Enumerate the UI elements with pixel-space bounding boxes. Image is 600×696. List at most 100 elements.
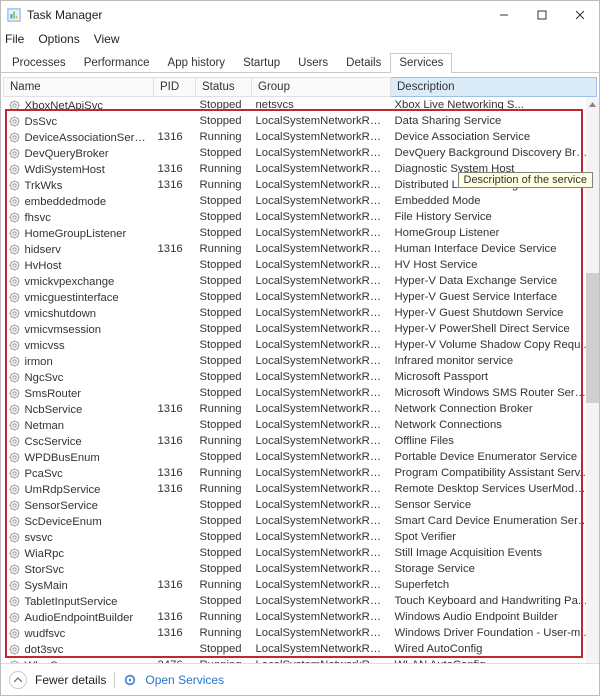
service-row[interactable]: NcbService1316RunningLocalSystemNetworkR… — [4, 401, 597, 417]
service-status: Running — [196, 465, 252, 481]
service-row[interactable]: NetmanStoppedLocalSystemNetworkRestricte… — [4, 417, 597, 433]
service-group: LocalSystemNetworkRestricted — [252, 401, 391, 417]
service-group: LocalSystemNetworkRestricted — [252, 433, 391, 449]
service-pid — [154, 385, 196, 401]
service-group: LocalSystemNetworkRestricted — [252, 337, 391, 353]
service-pid — [154, 225, 196, 241]
service-row[interactable]: AudioEndpointBuilder1316RunningLocalSyst… — [4, 609, 597, 625]
service-group: LocalSystemNetworkRestricted — [252, 481, 391, 497]
service-row[interactable]: HvHostStoppedLocalSystemNetworkRestricte… — [4, 257, 597, 273]
service-row[interactable]: vmicguestinterfaceStoppedLocalSystemNetw… — [4, 289, 597, 305]
column-pid[interactable]: PID — [154, 78, 196, 97]
service-row[interactable]: HomeGroupListenerStoppedLocalSystemNetwo… — [4, 225, 597, 241]
service-description: Device Association Service — [391, 129, 597, 145]
service-row[interactable]: irmonStoppedLocalSystemNetworkRestricted… — [4, 353, 597, 369]
service-pid — [154, 449, 196, 465]
service-pid — [154, 321, 196, 337]
service-row[interactable]: UmRdpService1316RunningLocalSystemNetwor… — [4, 481, 597, 497]
service-name: PcaSvc — [4, 465, 154, 481]
scroll-up-icon[interactable] — [586, 97, 599, 111]
tab-processes[interactable]: Processes — [3, 53, 75, 73]
service-status: Stopped — [196, 97, 252, 114]
service-row[interactable]: DsSvcStoppedLocalSystemNetworkRestricted… — [4, 113, 597, 129]
service-description: Program Compatibility Assistant Serv... — [391, 465, 597, 481]
service-row[interactable]: WlanSvc2476RunningLocalSystemNetworkRest… — [4, 657, 597, 663]
app-icon — [7, 8, 21, 22]
service-group: LocalSystemNetworkRestricted — [252, 369, 391, 385]
menu-options[interactable]: Options — [38, 32, 79, 46]
service-pid — [154, 545, 196, 561]
service-description: Hyper-V Volume Shadow Copy Requ... — [391, 337, 597, 353]
service-name: fhsvc — [4, 209, 154, 225]
service-row[interactable]: SmsRouterStoppedLocalSystemNetworkRestri… — [4, 385, 597, 401]
service-pid — [154, 497, 196, 513]
service-description: Hyper-V Guest Shutdown Service — [391, 305, 597, 321]
service-name: SmsRouter — [4, 385, 154, 401]
maximize-button[interactable] — [523, 1, 561, 29]
service-row[interactable]: embeddedmodeStoppedLocalSystemNetworkRes… — [4, 193, 597, 209]
service-pid — [154, 369, 196, 385]
service-status: Stopped — [196, 385, 252, 401]
service-row[interactable]: vmicvssStoppedLocalSystemNetworkRestrict… — [4, 337, 597, 353]
service-row[interactable]: hidserv1316RunningLocalSystemNetworkRest… — [4, 241, 597, 257]
service-row[interactable]: TabletInputServiceStoppedLocalSystemNetw… — [4, 593, 597, 609]
tab-users[interactable]: Users — [289, 53, 337, 73]
column-tooltip: Description of the service — [458, 172, 594, 188]
open-services-link[interactable]: Open Services — [145, 673, 224, 687]
service-row[interactable]: WiaRpcStoppedLocalSystemNetworkRestricte… — [4, 545, 597, 561]
service-row[interactable]: XboxNetApiSvcStoppednetsvcsXbox Live Net… — [4, 97, 597, 114]
service-description: Hyper-V PowerShell Direct Service — [391, 321, 597, 337]
service-name: StorSvc — [4, 561, 154, 577]
column-description[interactable]: Description — [391, 78, 597, 97]
column-name[interactable]: Name — [4, 78, 154, 97]
column-status[interactable]: Status — [196, 78, 252, 97]
fewer-details-link[interactable]: Fewer details — [35, 673, 106, 687]
tab-performance[interactable]: Performance — [75, 53, 159, 73]
service-row[interactable]: StorSvcStoppedLocalSystemNetworkRestrict… — [4, 561, 597, 577]
menu-file[interactable]: File — [5, 32, 24, 46]
services-table: Name PID Status Group Description XboxNe… — [3, 77, 597, 663]
service-description: Hyper-V Guest Service Interface — [391, 289, 597, 305]
service-row[interactable]: wudfsvc1316RunningLocalSystemNetworkRest… — [4, 625, 597, 641]
service-row[interactable]: ScDeviceEnumStoppedLocalSystemNetworkRes… — [4, 513, 597, 529]
close-button[interactable] — [561, 1, 599, 29]
window-title: Task Manager — [27, 8, 485, 22]
service-description: Data Sharing Service — [391, 113, 597, 129]
titlebar[interactable]: Task Manager — [1, 1, 599, 29]
service-pid — [154, 337, 196, 353]
column-group[interactable]: Group — [252, 78, 391, 97]
tab-startup[interactable]: Startup — [234, 53, 289, 73]
service-row[interactable]: dot3svcStoppedLocalSystemNetworkRestrict… — [4, 641, 597, 657]
service-row[interactable]: CscService1316RunningLocalSystemNetworkR… — [4, 433, 597, 449]
service-group: LocalSystemNetworkRestricted — [252, 561, 391, 577]
service-status: Stopped — [196, 113, 252, 129]
service-name: CscService — [4, 433, 154, 449]
service-name: vmickvpexchange — [4, 273, 154, 289]
chevron-up-icon[interactable] — [9, 671, 27, 689]
service-row[interactable]: fhsvcStoppedLocalSystemNetworkRestricted… — [4, 209, 597, 225]
tab-app-history[interactable]: App history — [159, 53, 235, 73]
service-row[interactable]: vmicvmsessionStoppedLocalSystemNetworkRe… — [4, 321, 597, 337]
service-status: Running — [196, 625, 252, 641]
service-row[interactable]: vmickvpexchangeStoppedLocalSystemNetwork… — [4, 273, 597, 289]
service-row[interactable]: svsvcStoppedLocalSystemNetworkRestricted… — [4, 529, 597, 545]
service-name: NgcSvc — [4, 369, 154, 385]
service-row[interactable]: SensorServiceStoppedLocalSystemNetworkRe… — [4, 497, 597, 513]
service-row[interactable]: DeviceAssociationService1316RunningLocal… — [4, 129, 597, 145]
service-row[interactable]: DevQueryBrokerStoppedLocalSystemNetworkR… — [4, 145, 597, 161]
service-row[interactable]: PcaSvc1316RunningLocalSystemNetworkRestr… — [4, 465, 597, 481]
menu-view[interactable]: View — [94, 32, 120, 46]
service-row[interactable]: WPDBusEnumStoppedLocalSystemNetworkRestr… — [4, 449, 597, 465]
service-row[interactable]: SysMain1316RunningLocalSystemNetworkRest… — [4, 577, 597, 593]
scrollbar-thumb[interactable] — [586, 273, 599, 403]
tab-services[interactable]: Services — [390, 53, 452, 73]
tab-details[interactable]: Details — [337, 53, 390, 73]
tabstrip: ProcessesPerformanceApp historyStartupUs… — [1, 53, 599, 73]
service-description: Remote Desktop Services UserMode ... — [391, 481, 597, 497]
minimize-button[interactable] — [485, 1, 523, 29]
service-row[interactable]: NgcSvcStoppedLocalSystemNetworkRestricte… — [4, 369, 597, 385]
service-group: LocalSystemNetworkRestricted — [252, 657, 391, 663]
service-row[interactable]: vmicshutdownStoppedLocalSystemNetworkRes… — [4, 305, 597, 321]
service-pid: 1316 — [154, 433, 196, 449]
service-name: HomeGroupListener — [4, 225, 154, 241]
